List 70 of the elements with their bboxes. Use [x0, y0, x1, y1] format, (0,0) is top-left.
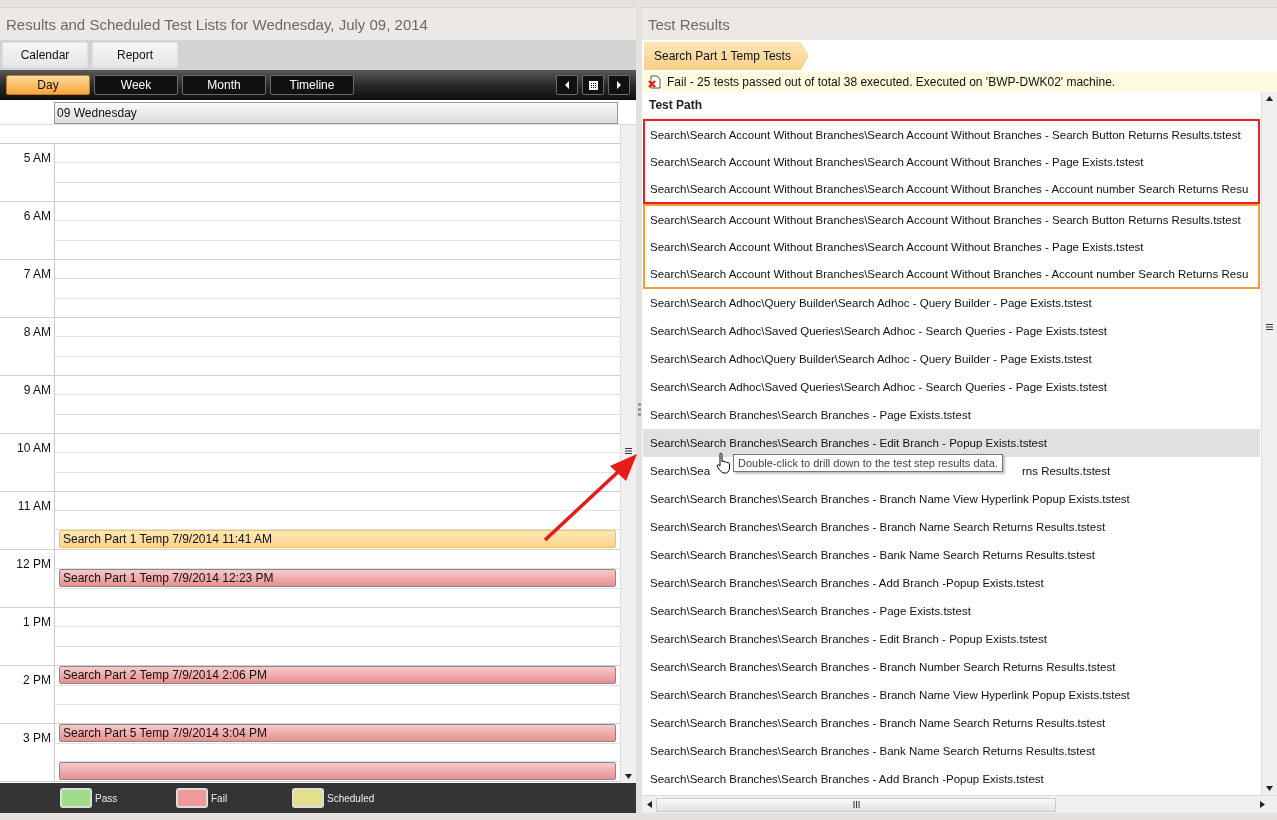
- legend-label: Pass: [95, 792, 118, 804]
- scroll-grip-icon[interactable]: [625, 447, 632, 454]
- time-label: 9 AM: [23, 383, 51, 397]
- scroll-down-icon[interactable]: [1266, 785, 1273, 792]
- panel-title: Results and Scheduled Test Lists for Wednesday, July 09, 2014: [6, 15, 428, 33]
- view-tab[interactable]: Day: [6, 75, 90, 95]
- mode-button[interactable]: Calendar: [2, 42, 88, 68]
- table-row[interactable]: Search\Search Branches\Search Branches - Add Branch -Popup Exists.tstest: [643, 765, 1260, 793]
- view-tab[interactable]: Week: [94, 75, 178, 95]
- table-row[interactable]: Search\Search Adhoc\Query Builder\Search Adhoc - Query Builder - Page Exists.tstest: [643, 345, 1260, 373]
- table-row[interactable]: Search\Search Branches\Search Branches - Page Exists.tstest: [643, 597, 1260, 625]
- table-row[interactable]: Search\Search Branches\Search Branches - Add Branch -Popup Exists.tstest: [643, 569, 1260, 597]
- right-triangle-icon: [616, 81, 622, 89]
- table-row[interactable]: Search\Search Account Without Branches\Search Account Without Branches - Page Exists.tstest: [645, 233, 1258, 260]
- table-row[interactable]: Search\Search Branches\Search Branches - Branch Name View Hyperlink Popup Exists.tstest: [643, 485, 1260, 513]
- scroll-left-icon[interactable]: [645, 801, 653, 808]
- table-row[interactable]: Search\Search Adhoc\Saved Queries\Search Adhoc - Search Queries - Page Exists.tstest: [643, 373, 1260, 401]
- scroll-right-icon[interactable]: [1258, 801, 1266, 808]
- table-row[interactable]: Search\Search Branches\Search Branches - Branch Name Search Returns Results.tstest: [643, 709, 1260, 737]
- tooltip: Double-click to drill down to the test step results data.: [733, 454, 1003, 472]
- scroll-down-icon[interactable]: [625, 773, 632, 780]
- next-button[interactable]: [608, 75, 630, 95]
- left-triangle-icon: [564, 81, 570, 89]
- legend-label: Scheduled: [327, 792, 375, 804]
- table-row[interactable]: Search\Search Account Without Branches\Search Account Without Branches - Page Exists.tstest: [645, 148, 1258, 175]
- table-row[interactable]: Search\Search Branches\Search Branches - Branch Number Search Returns Results.tstest: [643, 653, 1260, 681]
- table-row[interactable]: Search\Search Branches\Search Branches - Bank Name Search Returns Results.tstest: [643, 737, 1260, 765]
- time-label: 8 AM: [23, 325, 51, 339]
- calendar-grid-icon: [588, 80, 598, 90]
- calendar-event[interactable]: Search Part 1 Temp 7/9/2014 11:41 AM: [59, 530, 616, 548]
- legend-label: Fail: [211, 792, 228, 804]
- table-row[interactable]: Search\Search Branches\Search Branches - Branch Name Search Returns Results.tstest: [643, 513, 1260, 541]
- time-label: 3 PM: [23, 731, 51, 745]
- table-row[interactable]: Search\Search Branches\Search Branches - Bank Name Search Returns Results.tstest: [643, 541, 1260, 569]
- calendar-event[interactable]: Search Part 1 Temp 7/9/2014 12:23 PM: [59, 569, 616, 587]
- table-row[interactable]: Search\Search Account Without Branches\Search Account Without Branches - Search Button Returns Results.tstest: [645, 121, 1258, 148]
- scroll-thumb[interactable]: [656, 797, 1056, 812]
- scroll-grip-icon[interactable]: [1266, 324, 1273, 330]
- view-tab[interactable]: Timeline: [270, 75, 354, 95]
- table-row[interactable]: Search\Search Branches\Search Branches - Branch Name View Hyperlink Popup Exists.tstest: [643, 681, 1260, 709]
- table-row[interactable]: Search\Search Account Without Branches\Search Account Without Branches - Account number Search Returns Resu: [645, 175, 1258, 202]
- mode-button[interactable]: Report: [92, 42, 178, 68]
- table-row[interactable]: Search\Search Branches\Search Branches - Edit Branch - Popup Exists.tstest: [643, 625, 1260, 653]
- time-label: 2 PM: [23, 673, 51, 687]
- panel-title: Test Results: [648, 15, 730, 33]
- calendar-event[interactable]: Search Part 2 Temp 7/9/2014 2:06 PM: [59, 666, 616, 684]
- result-summary: Fail - 25 tests passed out of total 38 executed. Executed on 'BWP-DWK02' machine.: [667, 75, 1116, 89]
- previous-button[interactable]: [556, 75, 578, 95]
- hand-cursor-icon: [716, 452, 732, 474]
- time-label: 1 PM: [23, 615, 51, 629]
- day-header: 09 Wednesday: [54, 102, 618, 124]
- time-label: 12 PM: [16, 557, 51, 571]
- time-label: 10 AM: [16, 441, 51, 455]
- time-label: 6 AM: [23, 209, 51, 223]
- view-tab[interactable]: Month: [182, 75, 266, 95]
- table-row[interactable]: Search\Search Adhoc\Query Builder\Search Adhoc - Query Builder - Page Exists.tstest: [643, 289, 1260, 317]
- calendar-event[interactable]: Search Part 5 Temp 7/9/2014 3:04 PM: [59, 724, 616, 742]
- table-row[interactable]: Search\Search Adhoc\Saved Queries\Search Adhoc - Search Queries - Page Exists.tstest: [643, 317, 1260, 345]
- table-row[interactable]: Search\Search Account Without Branches\Search Account Without Branches - Search Button Returns Results.tstest: [645, 206, 1258, 233]
- table-row[interactable]: Search\Search Account Without Branches\Search Account Without Branches - Account number Search Returns Resu: [645, 260, 1258, 287]
- column-header[interactable]: Test Path: [642, 92, 1261, 119]
- table-row[interactable]: Search\Search Branches\Search Branches - Edit Branch - Popup Exists.tstest: [643, 429, 1260, 457]
- time-label: 7 AM: [23, 267, 51, 281]
- time-label: 11 AM: [17, 499, 51, 513]
- breadcrumb[interactable]: Search Part 1 Temp Tests: [644, 42, 809, 70]
- time-label: 5 AM: [23, 151, 51, 165]
- splitter-grip-icon[interactable]: [637, 403, 641, 417]
- calendar-button[interactable]: [582, 75, 604, 95]
- table-row[interactable]: Search\Search Branches\Search Branches - Page Exists.tstest: [643, 401, 1260, 429]
- scroll-up-icon[interactable]: [1266, 95, 1273, 102]
